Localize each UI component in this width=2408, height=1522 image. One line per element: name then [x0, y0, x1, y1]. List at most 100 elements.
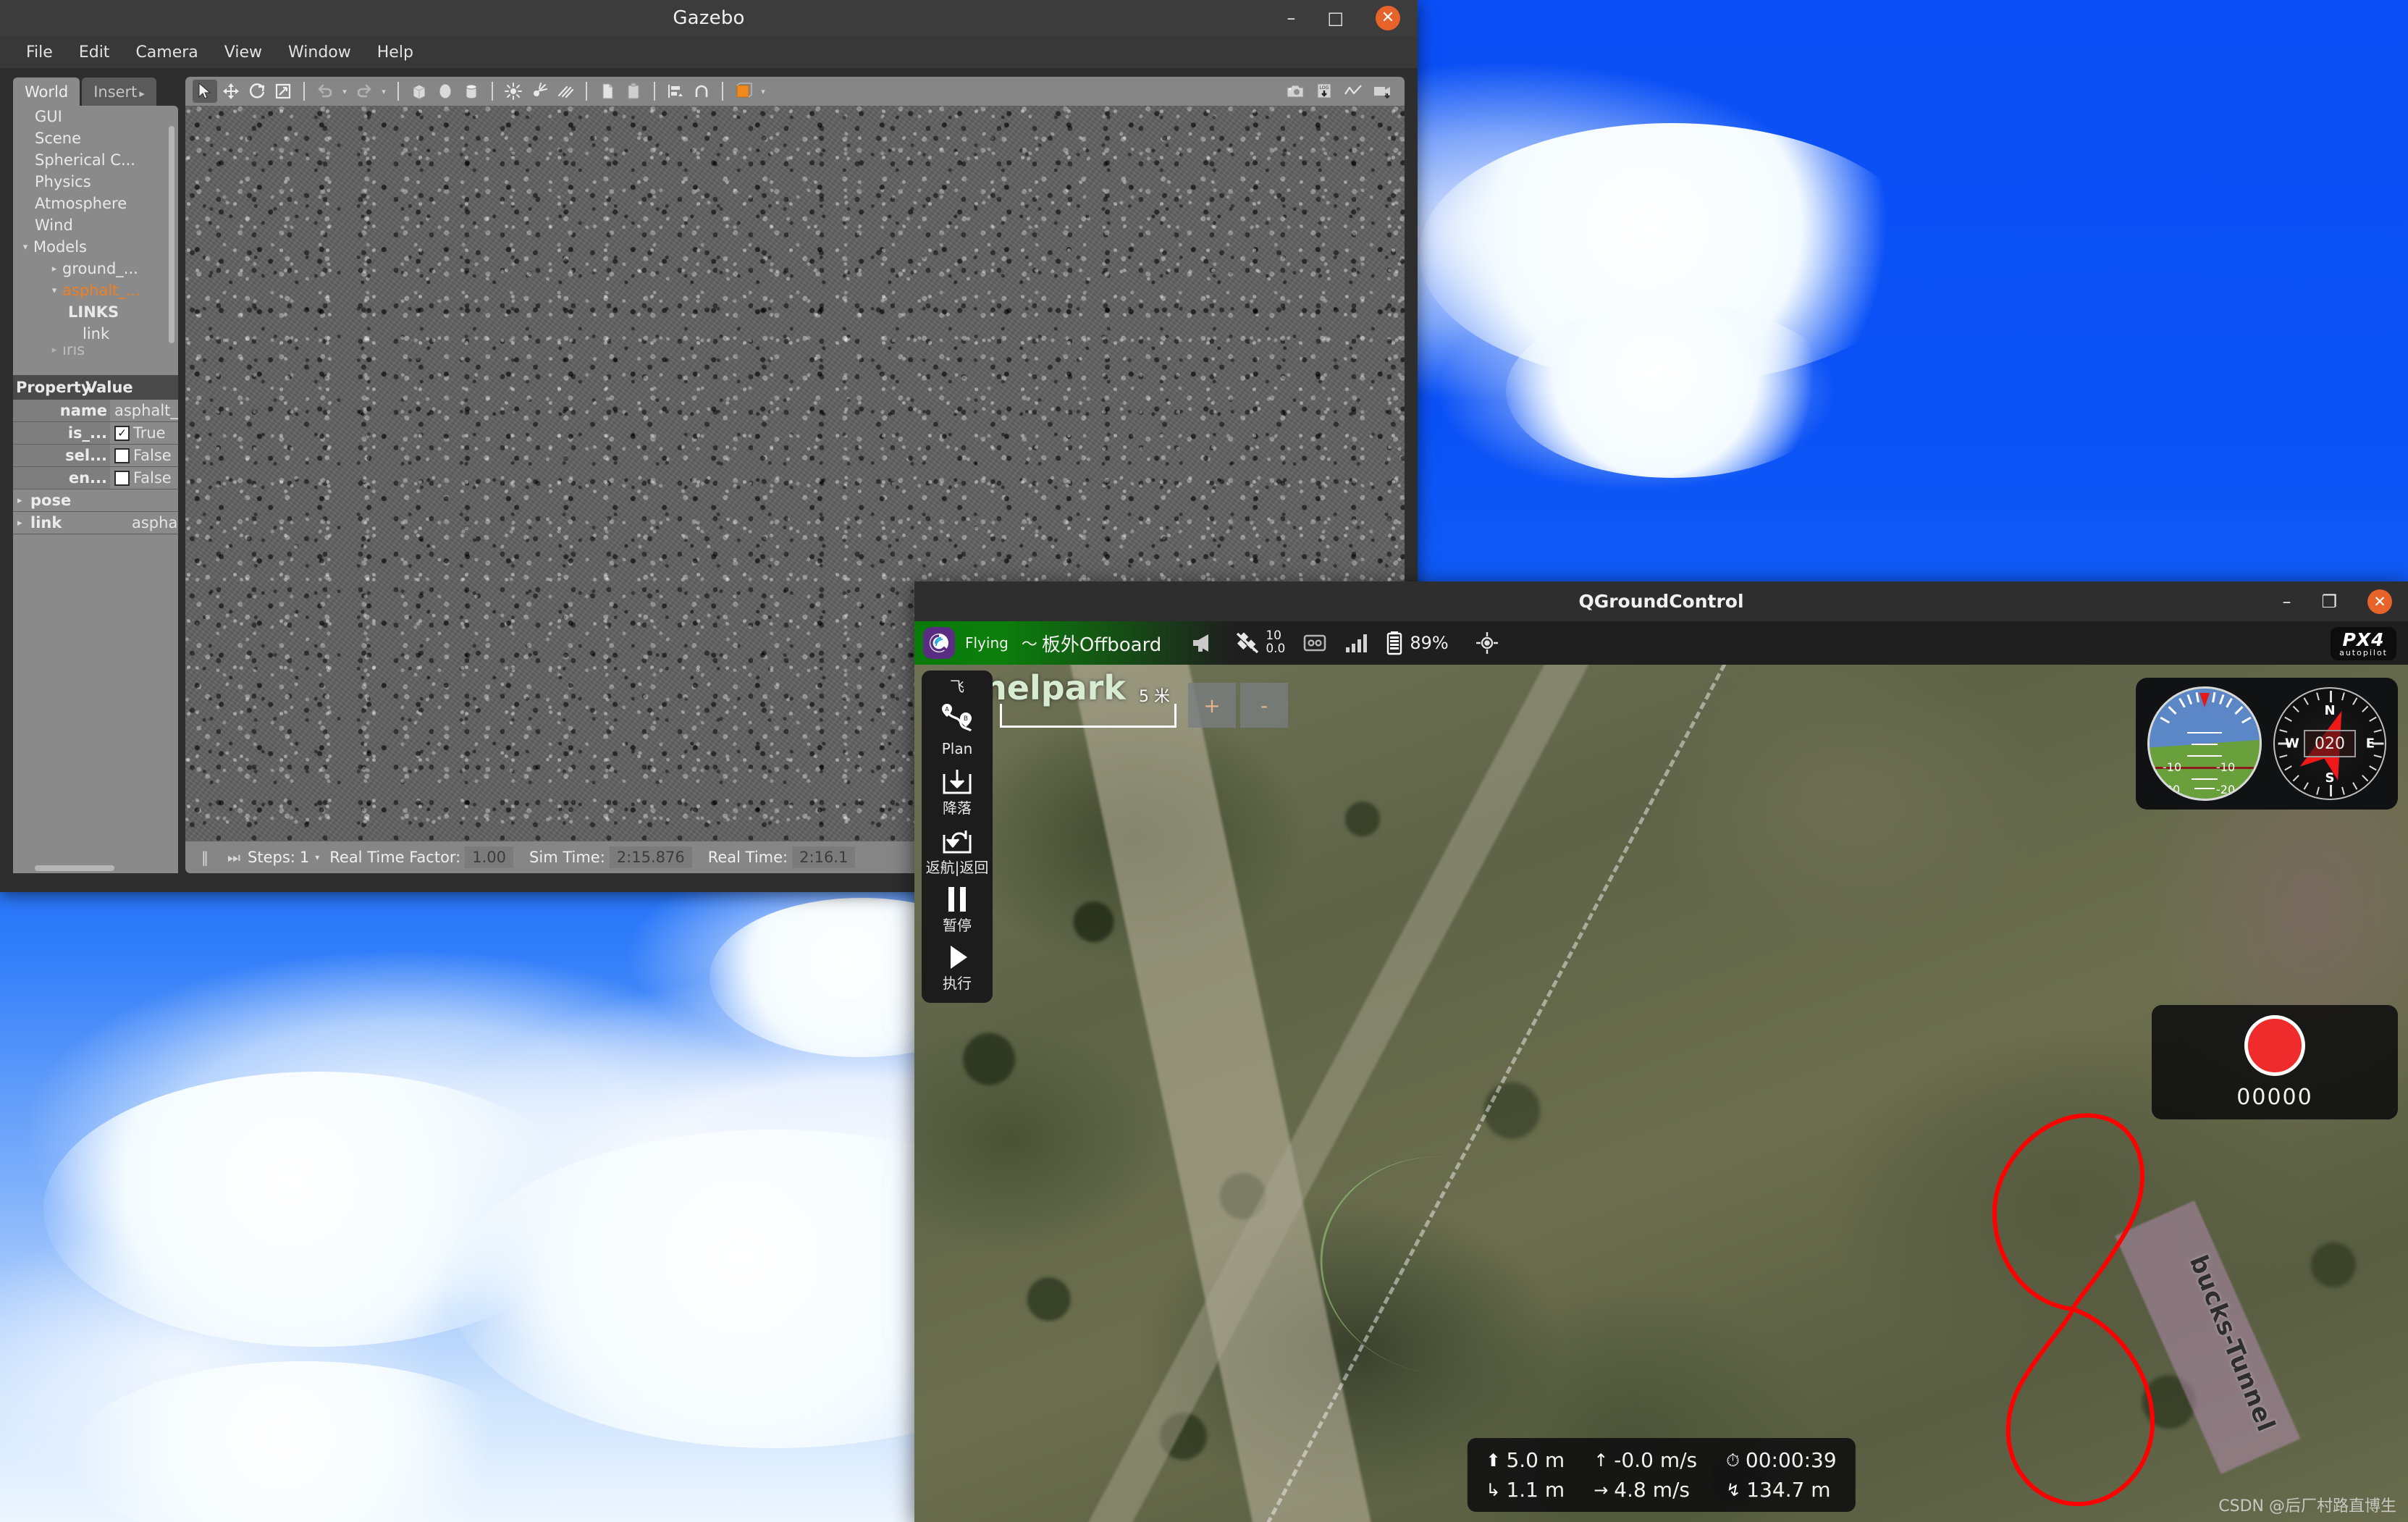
pause-button[interactable]: 暂停	[922, 878, 993, 936]
redo-dropdown-icon[interactable]: ▾	[378, 87, 390, 96]
zoom-out-button[interactable]: -	[1240, 683, 1288, 728]
tree-item-asphalt-plane[interactable]: ▾ asphalt_...	[13, 279, 178, 301]
gimbal-status[interactable]	[1475, 631, 1499, 655]
compass-indicator[interactable]: N E S W 020	[2273, 687, 2386, 800]
menu-camera[interactable]: Camera	[122, 41, 211, 64]
chevron-right-icon[interactable]: ▸	[17, 518, 22, 529]
tree-scrollbar[interactable]	[169, 126, 174, 343]
chevron-right-icon[interactable]: ▸	[46, 264, 62, 274]
gimbal-icon	[1475, 632, 1498, 654]
messages-button[interactable]	[1190, 632, 1218, 654]
table-row[interactable]: en... False	[13, 467, 178, 489]
gazebo-titlebar[interactable]: Gazebo – □ ✕	[0, 0, 1418, 36]
redo-tool-icon[interactable]	[352, 80, 376, 103]
maximize-button[interactable]: ❐	[2321, 592, 2337, 612]
flight-mode-item[interactable]: 〜 板外Offboard	[1022, 630, 1174, 657]
minimize-button[interactable]: –	[2282, 592, 2291, 612]
plot-tool-icon[interactable]	[1341, 80, 1365, 103]
plan-button[interactable]: A B Plan	[922, 696, 993, 760]
tab-world[interactable]: World	[13, 77, 80, 106]
select-tool-icon[interactable]	[193, 80, 217, 103]
translate-tool-icon[interactable]	[219, 80, 243, 103]
chevron-down-icon[interactable]: ▾	[17, 242, 33, 253]
undo-dropdown-icon[interactable]: ▾	[339, 87, 350, 96]
tree-item-models[interactable]: ▾ Models	[13, 236, 178, 258]
land-button[interactable]: 降落	[922, 760, 993, 819]
box-tool-icon[interactable]	[407, 80, 431, 103]
tree-item-scene[interactable]: Scene	[13, 127, 178, 149]
menu-window[interactable]: Window	[275, 41, 364, 64]
gps-status[interactable]: 10 0.0	[1234, 629, 1285, 656]
tree-item-iris[interactable]: ▸ iris	[13, 345, 178, 355]
chevron-right-icon[interactable]: ▸	[46, 345, 62, 355]
copy-tool-icon[interactable]	[595, 80, 620, 103]
menu-view[interactable]: View	[211, 41, 275, 64]
tab-insert[interactable]: Insert ▸	[82, 77, 156, 106]
close-button[interactable]: ✕	[2367, 589, 2392, 614]
attitude-indicator[interactable]: -10 -10 -20 -20	[2147, 686, 2262, 801]
svg-text:B: B	[964, 715, 968, 723]
directional-light-tool-icon[interactable]	[553, 80, 578, 103]
video-record-tool-icon[interactable]	[1370, 80, 1394, 103]
log-tool-icon[interactable]: LOG	[1312, 80, 1336, 103]
screenshot-tool-icon[interactable]	[1283, 80, 1308, 103]
tree-item-spherical-coords[interactable]: Spherical C...	[13, 149, 178, 171]
pause-icon[interactable]: ‖	[201, 849, 209, 866]
tree-item-physics[interactable]: Physics	[13, 171, 178, 193]
world-tree[interactable]: GUI Scene Spherical C... Physics Atmosph…	[13, 106, 178, 375]
qgc-fly-view-map[interactable]: bucks-Tunnel nelpark L 飞	[914, 665, 2408, 1522]
rotate-tool-icon[interactable]	[245, 80, 269, 103]
material-color-tool-icon[interactable]	[731, 80, 756, 103]
spot-light-tool-icon[interactable]	[527, 80, 552, 103]
material-dropdown-icon[interactable]: ▾	[757, 87, 769, 96]
minimize-button[interactable]: –	[1287, 9, 1295, 27]
qgc-titlebar[interactable]: QGroundControl – ❐ ✕	[914, 581, 2408, 621]
tree-item-gui[interactable]: GUI	[13, 106, 178, 127]
zoom-in-button[interactable]: +	[1188, 683, 1236, 728]
tree-item-links[interactable]: LINKS	[13, 301, 178, 323]
toolbar-separator	[586, 82, 587, 101]
table-row[interactable]: ▸ pose	[13, 489, 178, 512]
cylinder-tool-icon[interactable]	[459, 80, 484, 103]
record-button[interactable]	[2244, 1014, 2305, 1076]
chevron-right-icon[interactable]: ▸	[17, 495, 22, 506]
tree-item-wind[interactable]: Wind	[13, 214, 178, 236]
undo-tool-icon[interactable]	[313, 80, 337, 103]
tree-item-ground-plane[interactable]: ▸ ground_...	[13, 258, 178, 279]
scale-tool-icon[interactable]	[271, 80, 295, 103]
menu-help[interactable]: Help	[364, 41, 426, 64]
plan-waypoints-icon: A B	[942, 704, 972, 732]
checkbox-unchecked-icon[interactable]	[114, 447, 130, 463]
paste-tool-icon[interactable]	[621, 80, 646, 103]
rc-status[interactable]	[1301, 632, 1329, 654]
maximize-button[interactable]: □	[1327, 9, 1344, 27]
return-home-button[interactable]: 返航|返回	[922, 819, 993, 878]
telemetry-value: 00:00:39	[1745, 1448, 1837, 1472]
tree-item-link[interactable]: link	[13, 323, 178, 345]
table-row[interactable]: ▸ link asphalt_p	[13, 512, 178, 534]
table-row[interactable]: sel... False	[13, 445, 178, 467]
step-icon[interactable]: ⏭	[227, 849, 240, 866]
menu-edit[interactable]: Edit	[66, 41, 123, 64]
point-light-tool-icon[interactable]	[501, 80, 526, 103]
tree-item-atmosphere[interactable]: Atmosphere	[13, 193, 178, 214]
table-row[interactable]: is_... ✓ True	[13, 422, 178, 445]
close-button[interactable]: ✕	[1376, 6, 1400, 30]
table-row[interactable]: name asphalt_p	[13, 400, 178, 422]
battery-status[interactable]: 89%	[1385, 631, 1449, 655]
left-panel-hscrollbar[interactable]	[13, 863, 178, 873]
menu-file[interactable]: File	[13, 41, 66, 64]
qgc-logo-icon[interactable]	[923, 627, 955, 659]
land-icon	[943, 770, 972, 794]
telemetry-signal[interactable]	[1344, 632, 1369, 654]
checkbox-unchecked-icon[interactable]	[114, 470, 130, 486]
execute-button[interactable]: 执行	[922, 936, 993, 994]
qgroundcontrol-window[interactable]: QGroundControl – ❐ ✕ Flying 〜 板外Offboard	[914, 581, 2408, 1522]
snap-tool-icon[interactable]	[689, 80, 714, 103]
checkbox-checked-icon[interactable]: ✓	[114, 425, 130, 441]
chevron-down-icon[interactable]: ▾	[46, 285, 62, 296]
align-tool-icon[interactable]	[663, 80, 688, 103]
steps-label: Steps:	[248, 849, 295, 866]
sphere-tool-icon[interactable]	[433, 80, 458, 103]
steps-dropdown-icon[interactable]: ▾	[315, 852, 319, 862]
